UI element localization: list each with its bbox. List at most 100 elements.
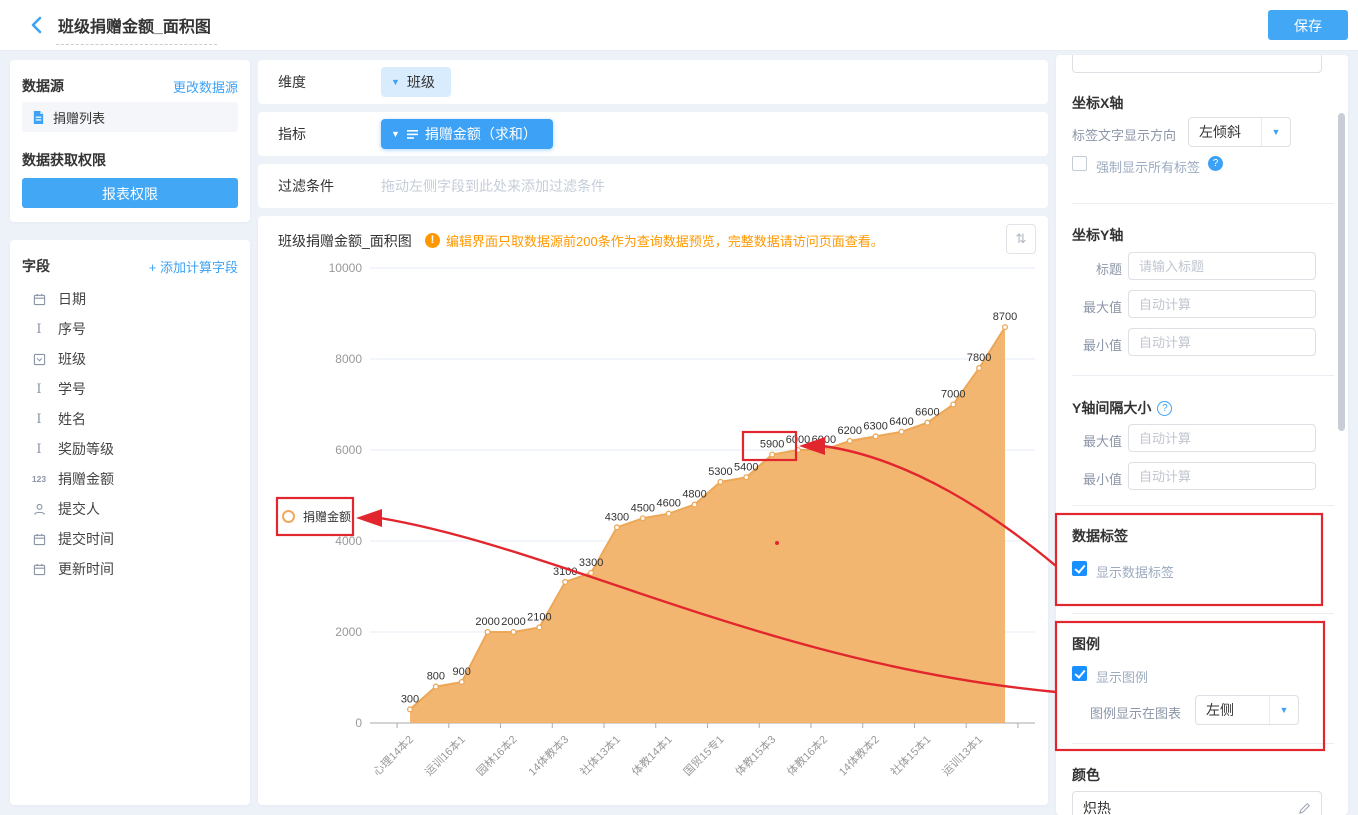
svg-text:运训13本1: 运训13本1: [939, 732, 985, 778]
divider: [1072, 505, 1334, 506]
legend-position-label: 图例显示在图表: [1090, 706, 1182, 721]
filter-placeholder: 拖动左侧字段到此处来添加过滤条件: [381, 178, 605, 194]
caret-down-icon: ▼: [391, 129, 400, 139]
permission-title: 数据获取权限: [22, 152, 106, 168]
field-item[interactable]: I 姓名: [22, 404, 238, 434]
field-item[interactable]: 班级: [22, 344, 238, 374]
datasource-title: 数据源: [22, 78, 64, 94]
data-label-section-title: 数据标签: [1072, 528, 1128, 544]
field-label: 序号: [58, 321, 86, 337]
svg-text:5400: 5400: [734, 461, 758, 473]
help-icon[interactable]: ?: [1157, 400, 1173, 416]
chart-settings-panel: 坐标X轴 标签文字显示方向 左倾斜 ▼ 强制显示所有标签 ? 坐标Y轴 标题 最…: [1056, 55, 1348, 815]
dimension-label: 维度: [278, 74, 306, 90]
svg-text:心理14本2: 心理14本2: [370, 732, 416, 778]
svg-text:8700: 8700: [993, 311, 1017, 323]
field-item[interactable]: 日期: [22, 284, 238, 314]
scrollbar-thumb[interactable]: [1338, 113, 1345, 431]
svg-text:2000: 2000: [475, 616, 499, 628]
y-interval-section-title: Y轴间隔大小 ?: [1072, 398, 1173, 418]
text-icon: I: [36, 381, 42, 397]
report-permission-button[interactable]: 报表权限: [22, 178, 238, 208]
show-legend-checkbox[interactable]: [1072, 666, 1087, 681]
svg-text:8000: 8000: [335, 352, 362, 366]
legend-position-select[interactable]: 左侧 ▼: [1195, 695, 1299, 725]
filter-row[interactable]: 过滤条件 拖动左侧字段到此处来添加过滤条件: [258, 164, 1048, 208]
y-max-input[interactable]: [1128, 290, 1316, 318]
field-item[interactable]: I 奖励等级: [22, 434, 238, 464]
color-scheme-select[interactable]: 炽热: [1072, 791, 1322, 815]
show-legend-label: 显示图例: [1096, 670, 1149, 685]
change-datasource-link[interactable]: 更改数据源: [173, 77, 238, 96]
back-button[interactable]: [26, 13, 50, 37]
y-interval-title-text: Y轴间隔大小: [1072, 400, 1152, 416]
text-icon: I: [36, 321, 42, 337]
label-direction-value: 左倾斜: [1199, 124, 1241, 140]
calendar-icon: [30, 563, 48, 576]
dimension-row: 维度 ▼ 班级: [258, 60, 1048, 104]
svg-text:社体13本1: 社体13本1: [577, 732, 623, 778]
field-item[interactable]: I 序号: [22, 314, 238, 344]
y-min-label: 最小值: [1082, 338, 1122, 353]
calendar-icon: [30, 533, 48, 546]
divider: [1072, 743, 1334, 744]
app-window: 班级捐赠金额_面积图 保存 数据源 更改数据源 捐赠列表 数据获取权限 报表权限…: [0, 0, 1358, 815]
datasource-item[interactable]: 捐赠列表: [22, 102, 238, 132]
label-direction-label: 标签文字显示方向: [1072, 128, 1177, 143]
help-icon[interactable]: ?: [1208, 156, 1223, 171]
page-title[interactable]: 班级捐赠金额_面积图: [56, 13, 217, 45]
color-scheme-value: 炽热: [1083, 800, 1111, 815]
person-icon: [30, 503, 48, 516]
divider: [1072, 203, 1334, 204]
label-direction-select[interactable]: 左倾斜 ▼: [1188, 117, 1291, 147]
svg-text:6300: 6300: [863, 420, 887, 432]
interval-min-label: 最小值: [1082, 472, 1122, 487]
edit-icon: [1298, 802, 1311, 815]
y-title-input[interactable]: [1128, 252, 1316, 280]
field-item[interactable]: 123 捐赠金额: [22, 464, 238, 494]
interval-max-input[interactable]: [1128, 424, 1316, 452]
field-item[interactable]: I 学号: [22, 374, 238, 404]
chart-card: 班级捐赠金额_面积图 ! 编辑界面只取数据源前200条作为查询数据预览，完整数据…: [258, 216, 1048, 805]
field-label: 提交人: [58, 501, 100, 517]
svg-text:体教15本3: 体教15本3: [732, 732, 778, 778]
metric-tag[interactable]: ▼ 捐赠金额（求和）: [381, 119, 553, 149]
datasource-panel: 数据源 更改数据源 捐赠列表 数据获取权限 报表权限: [10, 60, 250, 222]
force-all-labels-checkbox[interactable]: [1072, 156, 1087, 171]
dimension-tag[interactable]: ▼ 班级: [381, 67, 451, 97]
svg-text:6000: 6000: [786, 434, 810, 446]
svg-text:0: 0: [355, 716, 362, 730]
show-data-labels-label: 显示数据标签: [1096, 565, 1175, 580]
metric-row: 指标 ▼ 捐赠金额（求和）: [258, 112, 1048, 156]
svg-text:社体15本1: 社体15本1: [887, 732, 933, 778]
y-title-label: 标题: [1095, 262, 1122, 277]
svg-text:4300: 4300: [605, 511, 629, 523]
y-max-label: 最大值: [1082, 300, 1122, 315]
svg-text:300: 300: [401, 693, 419, 705]
interval-min-input[interactable]: [1128, 462, 1316, 490]
field-item[interactable]: 更新时间: [22, 554, 238, 584]
field-label: 班级: [58, 351, 86, 367]
add-calc-field-link[interactable]: + 添加计算字段: [149, 257, 238, 276]
show-data-labels-checkbox[interactable]: [1072, 561, 1087, 576]
save-button[interactable]: 保存: [1268, 10, 1348, 40]
datasource-name: 捐赠列表: [53, 110, 106, 126]
svg-text:14体教本3: 14体教本3: [525, 732, 571, 778]
select-icon: [30, 353, 48, 366]
dimension-tag-label: 班级: [406, 74, 435, 90]
field-label: 姓名: [58, 411, 86, 427]
field-item[interactable]: 提交人: [22, 494, 238, 524]
svg-text:14体教本2: 14体教本2: [836, 732, 882, 778]
clipped-input[interactable]: [1072, 55, 1322, 73]
document-icon: [33, 110, 44, 124]
svg-text:800: 800: [427, 671, 445, 683]
y-min-input[interactable]: [1128, 328, 1316, 356]
svg-text:10000: 10000: [329, 261, 363, 275]
top-header: 班级捐赠金额_面积图 保存: [0, 0, 1358, 51]
svg-text:6600: 6600: [915, 407, 939, 419]
field-item[interactable]: 提交时间: [22, 524, 238, 554]
field-label: 学号: [58, 381, 86, 397]
area-chart: 0 2000 4000 6000 8000 10000 心理14本2 运训16本1 园林16本2…: [329, 261, 1035, 778]
svg-text:7800: 7800: [967, 352, 991, 364]
divider: [1072, 613, 1334, 614]
